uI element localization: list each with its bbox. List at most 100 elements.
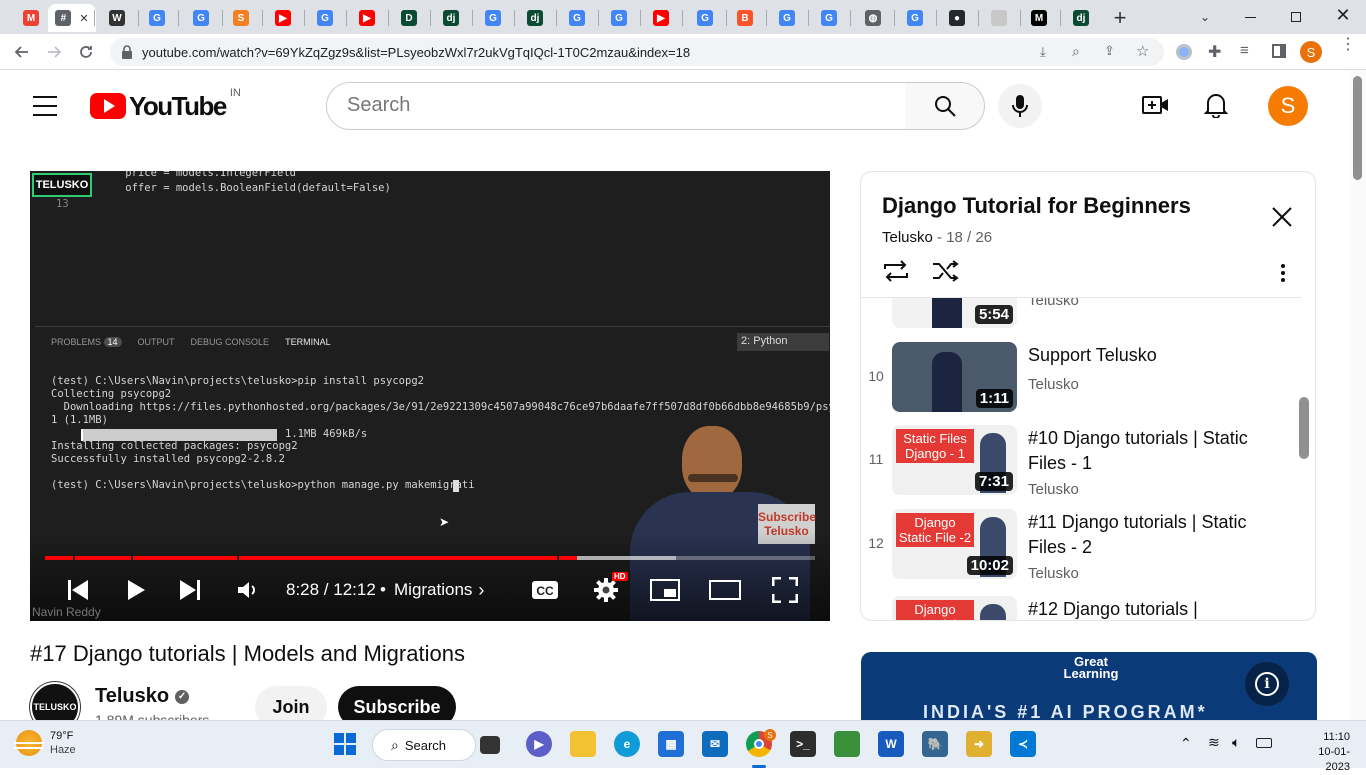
- settings-button[interactable]: HD: [592, 572, 628, 606]
- browser-tab[interactable]: S: [224, 4, 258, 32]
- edge-icon[interactable]: e: [614, 731, 640, 757]
- browser-tab[interactable]: M: [1022, 4, 1056, 32]
- browser-tab[interactable]: W: [100, 4, 134, 32]
- browser-tab[interactable]: dj: [518, 4, 552, 32]
- next-button[interactable]: [176, 574, 204, 606]
- google-extension-icon[interactable]: [1176, 44, 1192, 60]
- share-icon[interactable]: ⇪: [1104, 43, 1115, 59]
- file-explorer-icon[interactable]: [570, 731, 596, 757]
- browser-tab[interactable]: D: [392, 4, 426, 32]
- battery-icon[interactable]: [1256, 738, 1272, 748]
- word-icon[interactable]: W: [878, 731, 904, 757]
- lock-icon[interactable]: [121, 45, 133, 59]
- playlist-item-title[interactable]: Support Telusko: [1028, 343, 1288, 368]
- miniplayer-button[interactable]: [650, 574, 680, 606]
- browser-tab[interactable]: G: [140, 4, 174, 32]
- playlist-item-title[interactable]: #11 Django tutorials | Static Files - 2: [1028, 510, 1288, 560]
- terminal-tab[interactable]: TERMINAL: [285, 337, 331, 347]
- playlist-thumbnail[interactable]: 1:11: [892, 342, 1017, 412]
- browser-tab[interactable]: G: [476, 4, 510, 32]
- browser-menu-icon[interactable]: ⋮: [1340, 37, 1356, 53]
- bookmark-star-icon[interactable]: ☆: [1136, 42, 1149, 60]
- voice-search-button[interactable]: [998, 84, 1042, 128]
- playlist-title[interactable]: Django Tutorial for Beginners: [882, 193, 1191, 219]
- playlist-item[interactable]: 10 1:11 Support Telusko Telusko: [861, 342, 1301, 422]
- chapter-button[interactable]: Migrations ›: [394, 574, 484, 606]
- terminal-select[interactable]: 2: Python: [737, 333, 829, 351]
- terminal-icon[interactable]: >_: [790, 731, 816, 757]
- close-window-button[interactable]: ✕: [1332, 4, 1354, 26]
- problems-tab[interactable]: PROBLEMS 14: [51, 337, 122, 347]
- postgresql-icon[interactable]: 🐘: [922, 731, 948, 757]
- browser-tab[interactable]: ▶: [644, 4, 678, 32]
- back-button[interactable]: [12, 42, 32, 62]
- playlist-thumbnail[interactable]: Static Files Django - 1 7:31: [892, 425, 1017, 495]
- hamburger-menu-icon[interactable]: [33, 96, 57, 116]
- close-tab-icon[interactable]: ✕: [79, 12, 88, 25]
- loop-button[interactable]: [882, 260, 910, 284]
- browser-tab[interactable]: ●: [940, 4, 974, 32]
- maximize-button[interactable]: [1286, 8, 1306, 26]
- play-button[interactable]: [122, 574, 150, 606]
- create-video-button[interactable]: [1142, 94, 1170, 118]
- page-scrollbar[interactable]: [1350, 70, 1366, 720]
- profile-avatar[interactable]: S: [1300, 41, 1322, 63]
- fullscreen-button[interactable]: [771, 574, 799, 606]
- search-button[interactable]: [905, 82, 985, 130]
- account-avatar[interactable]: S: [1268, 86, 1308, 126]
- wifi-icon[interactable]: ≋: [1208, 734, 1220, 751]
- debug-console-tab[interactable]: DEBUG CONSOLE: [191, 337, 270, 347]
- minimize-button[interactable]: [1240, 8, 1260, 26]
- browser-tab[interactable]: [982, 4, 1016, 32]
- volume-tray-icon[interactable]: 🔈︎: [1232, 734, 1240, 751]
- ad-banner[interactable]: Great Learning INDIA'S #1 AI PROGRAM* i: [861, 652, 1317, 720]
- ad-info-button[interactable]: i: [1245, 662, 1289, 706]
- browser-tab[interactable]: G: [898, 4, 932, 32]
- browser-tab[interactable]: # ✕: [48, 4, 96, 32]
- close-playlist-button[interactable]: [1271, 206, 1295, 230]
- youtube-logo[interactable]: YouTube IN: [90, 87, 241, 121]
- reading-list-icon[interactable]: ≡: [1240, 42, 1249, 59]
- side-panel-icon[interactable]: [1272, 44, 1286, 58]
- weather-widget[interactable]: 79°F Haze: [14, 729, 76, 757]
- browser-tab[interactable]: G: [688, 4, 722, 32]
- install-app-icon[interactable]: ⤓: [1040, 44, 1046, 60]
- extensions-puzzle-icon[interactable]: ✚: [1208, 42, 1221, 62]
- video-player[interactable]: price = models.IntegerField offer = mode…: [30, 171, 830, 621]
- show-hidden-icons[interactable]: ⌃: [1180, 735, 1192, 752]
- browser-tab[interactable]: ▶: [350, 4, 384, 32]
- forward-button[interactable]: [44, 42, 64, 62]
- playlist-item[interactable]: 12 Django Static File -2 10:02 #11 Django t…: [861, 509, 1301, 589]
- taskbar-search[interactable]: ⌕ Search: [372, 729, 476, 761]
- playlist-item[interactable]: 5:54 Telusko: [861, 298, 1301, 338]
- tab-search-icon[interactable]: ⌄: [1196, 8, 1214, 26]
- playlist-item[interactable]: Django Tutorial #12 Django tutorials |: [861, 596, 1301, 620]
- browser-tab[interactable]: ▶: [266, 4, 300, 32]
- browser-tab[interactable]: ◍: [856, 4, 890, 32]
- task-view-icon[interactable]: [480, 736, 500, 754]
- browser-tab[interactable]: G: [812, 4, 846, 32]
- playlist-item-title[interactable]: #12 Django tutorials |: [1028, 597, 1288, 620]
- search-input[interactable]: [347, 94, 887, 117]
- vscode-icon[interactable]: ≺: [1010, 731, 1036, 757]
- captions-button[interactable]: CC: [531, 574, 559, 606]
- browser-tab[interactable]: G: [602, 4, 636, 32]
- volume-button[interactable]: [234, 574, 260, 606]
- new-tab-button[interactable]: +: [1108, 5, 1132, 30]
- browser-tab[interactable]: M: [14, 4, 48, 32]
- playlist-channel[interactable]: Telusko: [882, 229, 933, 246]
- browser-tab[interactable]: G: [308, 4, 342, 32]
- browser-tab[interactable]: G: [184, 4, 218, 32]
- playlist-scrollbar[interactable]: [1299, 397, 1309, 459]
- zoom-icon[interactable]: ⌕: [1072, 43, 1080, 60]
- browser-tab[interactable]: G: [770, 4, 804, 32]
- progress-bar[interactable]: [45, 556, 815, 560]
- playlist-item-title[interactable]: #10 Django tutorials | Static Files - 1: [1028, 426, 1288, 476]
- browser-tab[interactable]: G: [560, 4, 594, 32]
- playlist-thumbnail[interactable]: 5:54: [892, 298, 1017, 328]
- arrow-app-icon[interactable]: ➜: [966, 731, 992, 757]
- notifications-button[interactable]: [1203, 92, 1229, 119]
- microsoft-store-icon[interactable]: ▦: [658, 731, 684, 757]
- start-button[interactable]: [332, 731, 358, 757]
- teams-chat-icon[interactable]: ▶: [526, 731, 552, 757]
